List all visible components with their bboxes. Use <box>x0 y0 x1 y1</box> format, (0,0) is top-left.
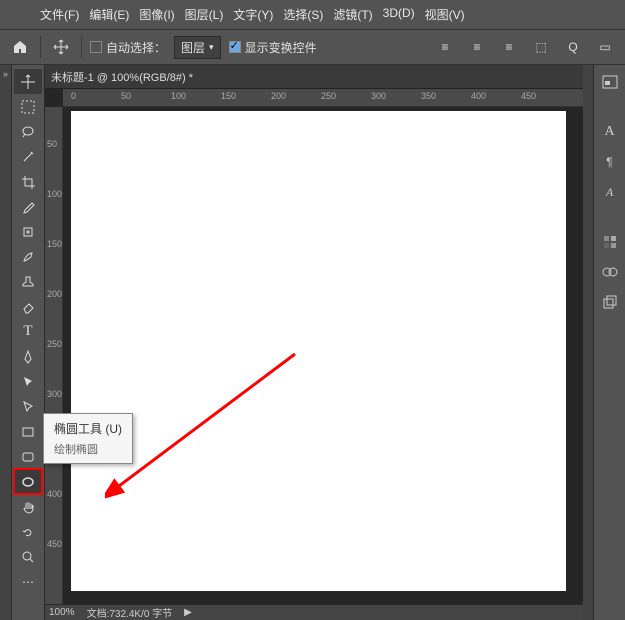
layers-icon[interactable] <box>599 291 621 313</box>
navigator-icon[interactable] <box>599 71 621 93</box>
doc-info: 文档:732.4K/0 字节 <box>87 605 173 620</box>
right-collapse-gutter[interactable] <box>583 65 593 620</box>
eraser-tool[interactable] <box>14 294 42 319</box>
left-toolbar: T ⋯ <box>12 65 45 620</box>
tool-tooltip: 椭圆工具 (U) 绘制椭圆 <box>43 413 133 464</box>
document-tabbar: 未标题-1 @ 100%(RGB/8#) * <box>45 65 583 89</box>
hand-tool[interactable] <box>14 494 42 519</box>
marquee-tool[interactable] <box>14 94 42 119</box>
tooltip-title: 椭圆工具 (U) <box>54 420 122 437</box>
canvas-area[interactable]: 0 50 100 150 200 250 300 350 400 450 50 … <box>45 89 583 620</box>
move-tool[interactable] <box>14 69 42 94</box>
transform-controls-label: 显示变换控件 <box>245 39 317 56</box>
wand-tool[interactable] <box>14 144 42 169</box>
swatches-icon[interactable] <box>599 231 621 253</box>
crop-tool[interactable] <box>14 169 42 194</box>
align-right-icon[interactable]: ≡ <box>497 35 521 59</box>
auto-select-checkbox[interactable]: 自动选择： <box>90 39 166 56</box>
options-bar: 自动选择： 图层▾ 显示变换控件 ≡ ≡ ≡ ⬚ Q ▭ <box>0 29 625 65</box>
zoom-level[interactable]: 100% <box>49 607 75 618</box>
align-center-icon[interactable]: ≡ <box>465 35 489 59</box>
search-icon[interactable]: Q <box>561 35 585 59</box>
auto-select-label: 自动选择： <box>106 39 166 56</box>
menu-image[interactable]: 图像(I) <box>135 4 178 25</box>
status-bar: 100% 文档:732.4K/0 字节 ▶ <box>45 604 583 620</box>
brush-tool[interactable] <box>14 244 42 269</box>
menu-filter[interactable]: 滤镜(T) <box>329 4 376 25</box>
menu-layer[interactable]: 图层(L) <box>181 4 228 25</box>
tooltip-desc: 绘制椭圆 <box>54 441 122 457</box>
zoom-tool[interactable] <box>14 544 42 569</box>
transform-controls-checkbox[interactable]: 显示变换控件 <box>229 39 317 56</box>
align-left-icon[interactable]: ≡ <box>433 35 457 59</box>
eyedropper-tool[interactable] <box>14 194 42 219</box>
menu-view[interactable]: 视图(V) <box>421 4 469 25</box>
rotate-tool[interactable] <box>14 519 42 544</box>
workspace-icon[interactable]: ▭ <box>593 35 617 59</box>
3d-mode-icon[interactable]: ⬚ <box>529 35 553 59</box>
menu-select[interactable]: 选择(S) <box>279 4 327 25</box>
right-panel: A ¶ A <box>593 65 625 620</box>
ellipse-tool[interactable] <box>14 469 42 494</box>
direct-select-tool[interactable] <box>14 394 42 419</box>
menu-file[interactable]: 文件(F) <box>36 4 83 25</box>
glyph-icon[interactable]: A <box>599 181 621 203</box>
status-arrow-icon[interactable]: ▶ <box>184 607 192 618</box>
vertical-ruler: 50 100 150 200 250 300 350 400 450 <box>45 107 63 604</box>
menubar: 文件(F) 编辑(E) 图像(I) 图层(L) 文字(Y) 选择(S) 滤镜(T… <box>0 2 625 29</box>
path-select-tool[interactable] <box>14 369 42 394</box>
libraries-icon[interactable] <box>599 261 621 283</box>
menu-edit[interactable]: 编辑(E) <box>85 4 133 25</box>
home-icon[interactable] <box>8 35 32 59</box>
character-icon[interactable]: A <box>599 121 621 143</box>
left-collapse-gutter[interactable]: » <box>0 65 12 620</box>
lasso-tool[interactable] <box>14 119 42 144</box>
toolbar-more[interactable]: ⋯ <box>14 569 42 594</box>
rounded-rect-tool[interactable] <box>14 444 42 469</box>
healing-tool[interactable] <box>14 219 42 244</box>
target-dropdown[interactable]: 图层▾ <box>174 36 221 59</box>
move-tool-icon[interactable] <box>49 35 73 59</box>
paragraph-icon[interactable]: ¶ <box>599 151 621 173</box>
pen-tool[interactable] <box>14 344 42 369</box>
menu-type[interactable]: 文字(Y) <box>229 4 277 25</box>
type-tool[interactable]: T <box>14 319 42 344</box>
horizontal-ruler: 0 50 100 150 200 250 300 350 400 450 <box>63 89 583 107</box>
menu-3d[interactable]: 3D(D) <box>379 4 419 25</box>
rectangle-tool[interactable] <box>14 419 42 444</box>
stamp-tool[interactable] <box>14 269 42 294</box>
document-tab[interactable]: 未标题-1 @ 100%(RGB/8#) * <box>51 69 193 85</box>
canvas[interactable] <box>71 111 566 591</box>
